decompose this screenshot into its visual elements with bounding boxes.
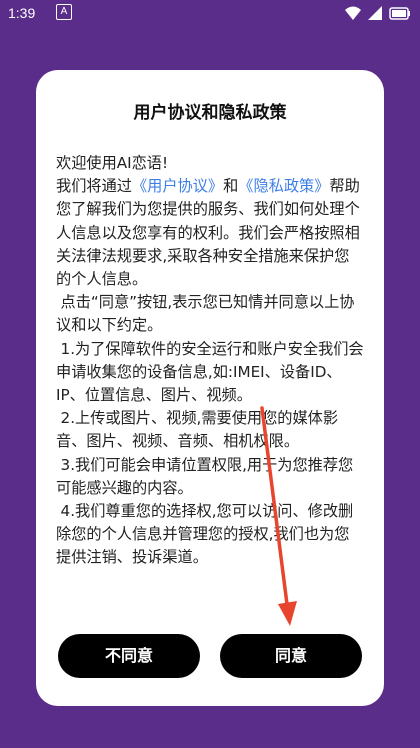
notification-a-icon: A	[56, 4, 72, 20]
agree-button[interactable]: 同意	[220, 634, 362, 678]
disagree-button[interactable]: 不同意	[58, 634, 200, 678]
agreement-item-2: 2.上传或图片、视频,需要使用您的媒体影音、图片、视频、音频、相机权限。	[56, 409, 339, 451]
status-bar: 1:39 A	[0, 0, 420, 30]
intro-prefix: 我们将通过	[56, 177, 132, 196]
agreement-item-4: 4.我们尊重您的选择权,您可以访问、修改删除您的个人信息并管理您的授权,我们也为…	[56, 502, 354, 567]
intro-paragraph: 我们将通过《用户协议》和《隐私政策》帮助您了解我们为您提供的服务、我们如何处理个…	[56, 175, 364, 291]
user-agreement-dialog: 用户协议和隐私政策 欢迎使用AI恋语! 我们将通过《用户协议》和《隐私政策》帮助…	[36, 70, 384, 706]
cellular-signal-icon	[368, 6, 382, 20]
dialog-title: 用户协议和隐私政策	[133, 103, 287, 123]
greeting-text: 欢迎使用AI恋语!	[56, 154, 169, 172]
battery-icon	[389, 7, 410, 20]
status-time: 1:39	[8, 5, 36, 21]
agreement-item-3: 3.我们可能会申请位置权限,用于为您推荐您可能感兴趣的内容。	[56, 455, 354, 497]
intro-and: 和	[223, 177, 239, 196]
wifi-icon	[345, 6, 361, 20]
status-indicators	[344, 4, 410, 22]
privacy-policy-link[interactable]: 《隐私政策》	[238, 177, 329, 195]
user-agreement-link[interactable]: 《用户协议》	[132, 177, 223, 195]
consent-note: 点击“同意”按钮,表示您已知情并同意以上协议和以下约定。	[56, 293, 355, 335]
agreement-item-1: 1.为了保障软件的安全运行和账户安全我们会申请收集您的设备信息,如:IMEI、设…	[56, 339, 364, 405]
dialog-body: 欢迎使用AI恋语! 我们将通过《用户协议》和《隐私政策》帮助您了解我们为您提供的…	[56, 152, 364, 570]
